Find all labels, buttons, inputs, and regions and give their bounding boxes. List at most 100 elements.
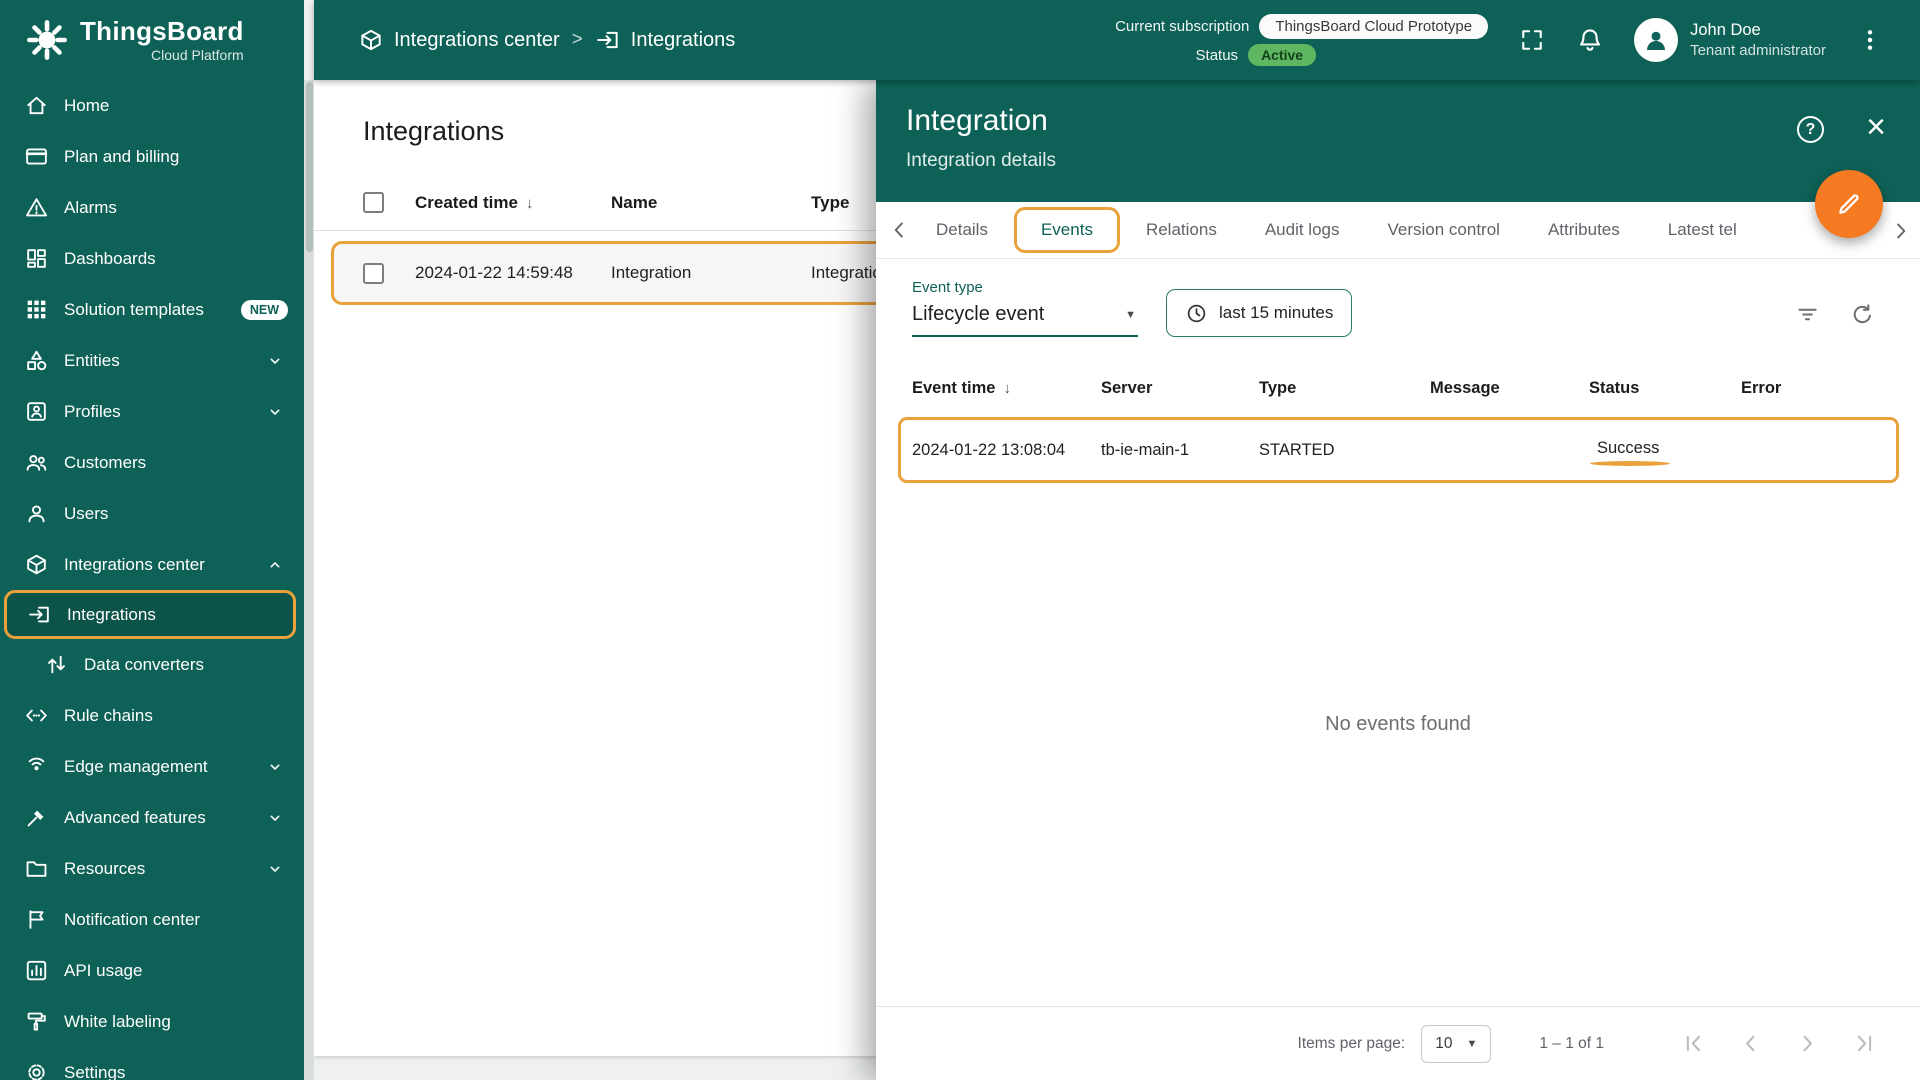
user-menu[interactable]: John Doe Tenant administrator bbox=[1634, 18, 1826, 62]
sidebar-item-edge-management[interactable]: Edge management bbox=[0, 741, 304, 792]
badge-icon bbox=[24, 399, 49, 424]
sidebar-item-advanced-features[interactable]: Advanced features bbox=[0, 792, 304, 843]
breadcrumb-separator: > bbox=[571, 29, 583, 50]
app-name: ThingsBoard bbox=[80, 15, 244, 46]
column-created-time[interactable]: Created time bbox=[415, 193, 611, 213]
items-per-page-select[interactable]: 10 bbox=[1421, 1024, 1492, 1063]
subscription-pill[interactable]: ThingsBoard Cloud Prototype bbox=[1259, 14, 1489, 39]
column-message[interactable]: Message bbox=[1430, 379, 1589, 398]
sidebar-item-label: Home bbox=[64, 95, 110, 115]
integrations-center-icon bbox=[358, 27, 384, 53]
scrollbar-thumb[interactable] bbox=[305, 82, 313, 252]
sidebar-item-white-labeling[interactable]: White labeling bbox=[0, 996, 304, 1047]
close-icon[interactable] bbox=[1866, 110, 1886, 144]
previous-page-button[interactable] bbox=[1737, 1030, 1764, 1057]
tab-events[interactable]: Events bbox=[1013, 207, 1120, 253]
chevron-down-icon bbox=[1466, 1038, 1477, 1050]
grid-icon bbox=[24, 297, 49, 322]
sidebar-item-label: Advanced features bbox=[64, 807, 206, 827]
integration-details-drawer: Integration Integration details Details … bbox=[876, 80, 1920, 1080]
subscription-block: Current subscription ThingsBoard Cloud P… bbox=[1115, 14, 1489, 66]
sidebar-item-notification-center[interactable]: Notification center bbox=[0, 894, 304, 945]
edit-fab-button[interactable] bbox=[1815, 170, 1883, 238]
antenna-icon bbox=[24, 754, 49, 779]
column-event-time[interactable]: Event time bbox=[912, 379, 1101, 398]
dashboards-icon bbox=[24, 246, 49, 271]
cell-server: tb-ie-main-1 bbox=[1101, 440, 1190, 459]
sidebar-scrollbar[interactable] bbox=[304, 80, 314, 1080]
sidebar-item-label: API usage bbox=[64, 960, 143, 980]
tab-latest-telemetry[interactable]: Latest tel bbox=[1644, 202, 1761, 258]
bell-icon bbox=[1576, 26, 1604, 54]
integrations-icon bbox=[595, 27, 621, 53]
sidebar-item-customers[interactable]: Customers bbox=[0, 437, 304, 488]
chevron-left-icon bbox=[886, 217, 912, 243]
tab-attributes[interactable]: Attributes bbox=[1524, 202, 1644, 258]
column-server[interactable]: Server bbox=[1101, 379, 1259, 398]
event-type-select[interactable]: Lifecycle event bbox=[912, 296, 1138, 337]
chevron-down-icon bbox=[264, 756, 286, 778]
kebab-menu-button[interactable] bbox=[1856, 26, 1884, 54]
sidebar-item-settings[interactable]: Settings bbox=[0, 1047, 304, 1080]
sidebar-item-users[interactable]: Users bbox=[0, 488, 304, 539]
next-page-button[interactable] bbox=[1794, 1030, 1821, 1057]
tab-version-control[interactable]: Version control bbox=[1364, 202, 1524, 258]
warning-icon bbox=[24, 195, 49, 220]
user-name: John Doe bbox=[1690, 21, 1761, 39]
column-error[interactable]: Error bbox=[1741, 379, 1920, 398]
chevron-right-icon bbox=[1794, 1030, 1821, 1057]
notifications-button[interactable] bbox=[1576, 26, 1604, 54]
select-all-checkbox[interactable] bbox=[363, 192, 384, 213]
kebab-icon bbox=[1856, 26, 1884, 54]
sidebar-item-plan-and-billing[interactable]: Plan and billing bbox=[0, 131, 304, 182]
code-chevrons-icon bbox=[24, 703, 49, 728]
column-type[interactable]: Type bbox=[1259, 379, 1430, 398]
sidebar-item-solution-templates[interactable]: Solution templates NEW bbox=[0, 284, 304, 335]
tab-relations[interactable]: Relations bbox=[1122, 202, 1241, 258]
sidebar-item-label: Integrations center bbox=[64, 554, 205, 574]
sidebar-item-label: Plan and billing bbox=[64, 146, 180, 166]
sidebar-item-label: Resources bbox=[64, 858, 146, 878]
refresh-button[interactable] bbox=[1849, 301, 1876, 328]
tabs-scroll-right-button[interactable] bbox=[1888, 218, 1914, 244]
sidebar-item-resources[interactable]: Resources bbox=[0, 843, 304, 894]
column-name[interactable]: Name bbox=[611, 193, 811, 213]
tabs-scroll-left-button[interactable] bbox=[886, 217, 912, 243]
sidebar-item-alarms[interactable]: Alarms bbox=[0, 182, 304, 233]
time-range-button[interactable]: last 15 minutes bbox=[1166, 289, 1353, 337]
items-per-page-value: 10 bbox=[1435, 1034, 1453, 1052]
event-row[interactable]: 2024-01-22 13:08:04 tb-ie-main-1 STARTED… bbox=[898, 417, 1899, 483]
chevron-down-icon bbox=[264, 401, 286, 423]
drawer-subtitle: Integration details bbox=[906, 150, 1056, 171]
sidebar-item-rule-chains[interactable]: Rule chains bbox=[0, 690, 304, 741]
first-page-button[interactable] bbox=[1680, 1030, 1707, 1057]
sidebar-item-data-converters[interactable]: Data converters bbox=[0, 639, 304, 690]
last-page-icon bbox=[1851, 1030, 1878, 1057]
sidebar-item-integrations-center[interactable]: Integrations center bbox=[0, 539, 304, 590]
sidebar-item-home[interactable]: Home bbox=[0, 80, 304, 131]
row-checkbox[interactable] bbox=[363, 262, 384, 284]
sidebar-item-entities[interactable]: Entities bbox=[0, 335, 304, 386]
column-status[interactable]: Status bbox=[1589, 379, 1741, 398]
help-icon[interactable] bbox=[1797, 116, 1824, 143]
sidebar-item-label: Edge management bbox=[64, 756, 208, 776]
status-label: Status bbox=[1195, 46, 1239, 64]
tab-audit-logs[interactable]: Audit logs bbox=[1241, 202, 1364, 258]
fullscreen-button[interactable] bbox=[1518, 26, 1546, 54]
logo[interactable]: ThingsBoard Cloud Platform bbox=[0, 0, 304, 80]
breadcrumb-label: Integrations center bbox=[394, 28, 560, 51]
last-page-button[interactable] bbox=[1851, 1030, 1878, 1057]
event-type-label: Event type bbox=[912, 279, 983, 296]
breadcrumb-integrations[interactable]: Integrations bbox=[595, 27, 735, 53]
breadcrumb-integrations-center[interactable]: Integrations center bbox=[358, 27, 560, 53]
home-icon bbox=[24, 93, 49, 118]
sidebar-item-api-usage[interactable]: API usage bbox=[0, 945, 304, 996]
tab-details[interactable]: Details bbox=[912, 202, 1012, 258]
sidebar-item-integrations[interactable]: Integrations bbox=[4, 590, 296, 639]
sidebar-item-label: Customers bbox=[64, 452, 147, 472]
filter-button[interactable] bbox=[1794, 301, 1821, 328]
sidebar-item-label: Solution templates bbox=[64, 299, 204, 319]
sidebar-item-dashboards[interactable]: Dashboards bbox=[0, 233, 304, 284]
subscription-label: Current subscription bbox=[1115, 18, 1250, 35]
sidebar-item-profiles[interactable]: Profiles bbox=[0, 386, 304, 437]
